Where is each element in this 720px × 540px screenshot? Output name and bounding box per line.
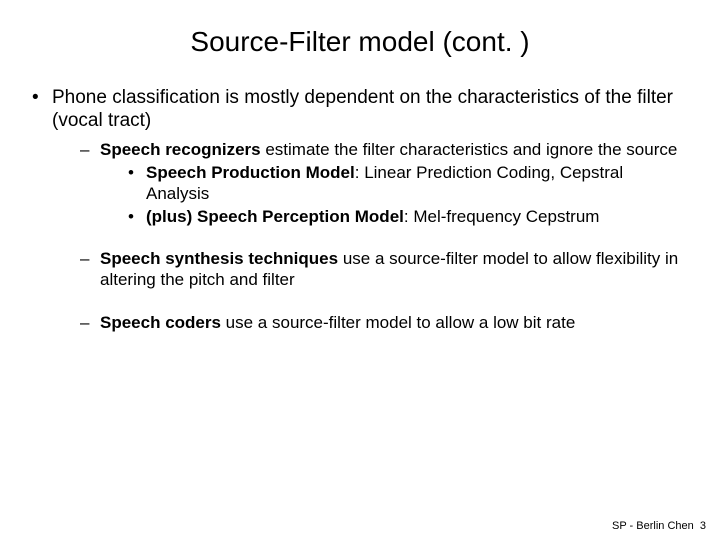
sub2-tail-perception: Mel-frequency Cepstrum <box>413 207 599 226</box>
slide-body: Phone classification is mostly dependent… <box>0 86 720 333</box>
sub-item-recognizers: Speech recognizers estimate the filter c… <box>80 140 690 227</box>
sub-tail-coders: use a source-filter model to allow a low… <box>221 313 575 332</box>
sub-lead-synthesis: Speech synthesis techniques <box>100 249 338 268</box>
slide-title: Source-Filter model (cont. ) <box>0 0 720 86</box>
main-bullet-text: Phone classification is mostly dependent… <box>52 87 673 131</box>
bullet-list-l1: Phone classification is mostly dependent… <box>32 86 690 333</box>
bullet-list-l3: Speech Production Model: Linear Predicti… <box>100 163 690 227</box>
footer-credit: SP - Berlin Chen <box>612 520 694 532</box>
sub-lead-coders: Speech coders <box>100 313 221 332</box>
bullet-list-l2: Speech recognizers estimate the filter c… <box>52 140 690 333</box>
sub2-lead-perception: (plus) Speech Perception Model <box>146 207 404 226</box>
sub2-item-perception: (plus) Speech Perception Model: Mel-freq… <box>128 207 690 228</box>
sub-item-synthesis: Speech synthesis techniques use a source… <box>80 249 690 290</box>
sub-tail-recognizers: estimate the filter characteristics and … <box>261 140 678 159</box>
sub-lead-recognizers: Speech recognizers <box>100 140 261 159</box>
sub2-item-production: Speech Production Model: Linear Predicti… <box>128 163 690 204</box>
sub2-colon-perception: : <box>404 207 413 226</box>
bullet-item-main: Phone classification is mostly dependent… <box>32 86 690 333</box>
sub2-lead-production: Speech Production Model <box>146 163 355 182</box>
footer-page: 3 <box>700 520 706 532</box>
slide: Source-Filter model (cont. ) Phone class… <box>0 0 720 540</box>
slide-footer: SP - Berlin Chen 3 <box>612 520 706 532</box>
sub2-colon-production: : <box>355 163 364 182</box>
sub-item-coders: Speech coders use a source-filter model … <box>80 313 690 334</box>
